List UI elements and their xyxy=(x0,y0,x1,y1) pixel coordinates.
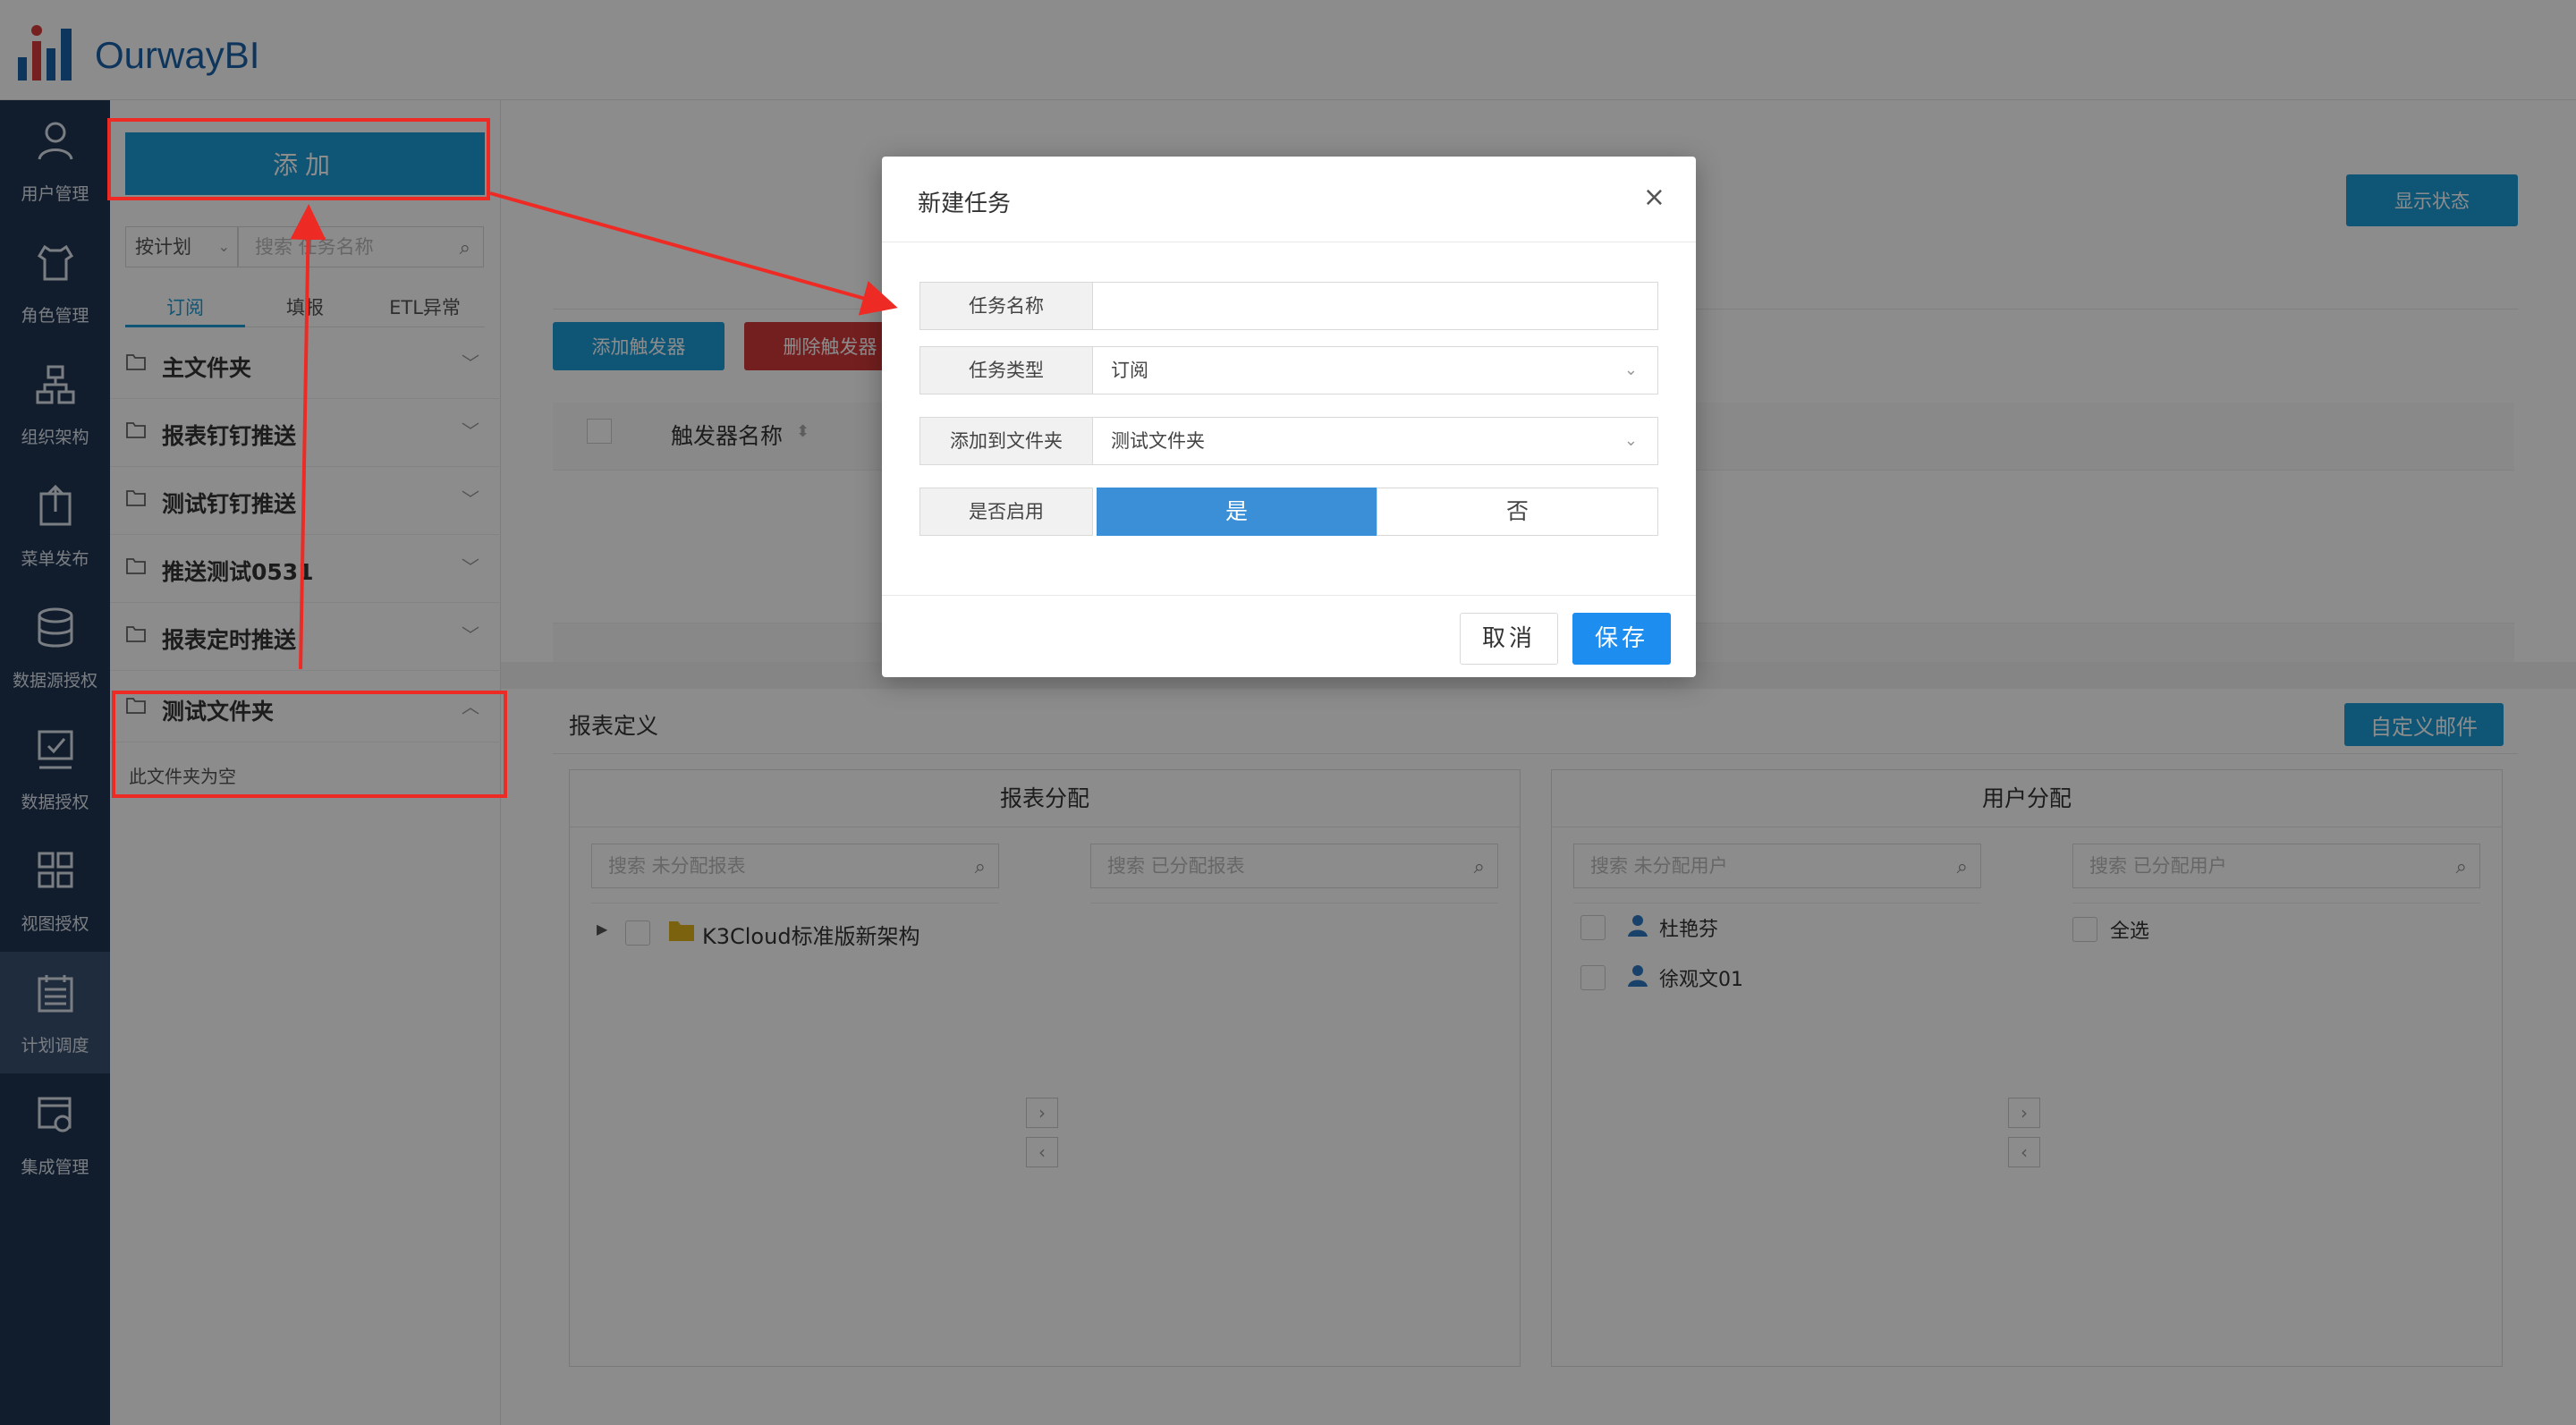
enable-label: 是否启用 xyxy=(919,488,1093,536)
task-type-label: 任务类型 xyxy=(919,346,1093,394)
folder-label: 添加到文件夹 xyxy=(919,417,1093,465)
task-type-row: 任务类型 订阅 ⌄ xyxy=(919,346,1658,394)
task-name-label: 任务名称 xyxy=(919,282,1093,330)
folder-select[interactable]: 测试文件夹 ⌄ xyxy=(1093,417,1658,465)
dialog-title: 新建任务 xyxy=(918,191,1012,217)
folder-row: 添加到文件夹 测试文件夹 ⌄ xyxy=(919,417,1658,465)
annotation-box-add xyxy=(107,118,490,200)
folder-value: 测试文件夹 xyxy=(1111,430,1205,452)
task-type-select[interactable]: 订阅 ⌄ xyxy=(1093,346,1658,394)
enable-yes-option[interactable]: 是 xyxy=(1097,488,1377,536)
chevron-down-icon: ⌄ xyxy=(1623,431,1638,450)
enable-no-option[interactable]: 否 xyxy=(1377,488,1658,536)
save-button[interactable]: 保存 xyxy=(1572,613,1671,665)
cancel-button[interactable]: 取消 xyxy=(1460,613,1558,665)
task-name-row: 任务名称 xyxy=(919,282,1658,330)
divider xyxy=(882,595,1696,596)
task-type-value: 订阅 xyxy=(1111,360,1148,381)
chevron-down-icon: ⌄ xyxy=(1623,360,1638,379)
task-name-input[interactable] xyxy=(1093,282,1658,330)
annotation-box-folder xyxy=(112,691,507,798)
enable-row: 是否启用 是 否 xyxy=(919,488,1658,536)
close-icon[interactable]: × xyxy=(1643,182,1665,213)
new-task-dialog: 新建任务 × 任务名称 任务类型 订阅 ⌄ 添加到文件夹 测试文件夹 ⌄ 是否启… xyxy=(882,157,1696,677)
